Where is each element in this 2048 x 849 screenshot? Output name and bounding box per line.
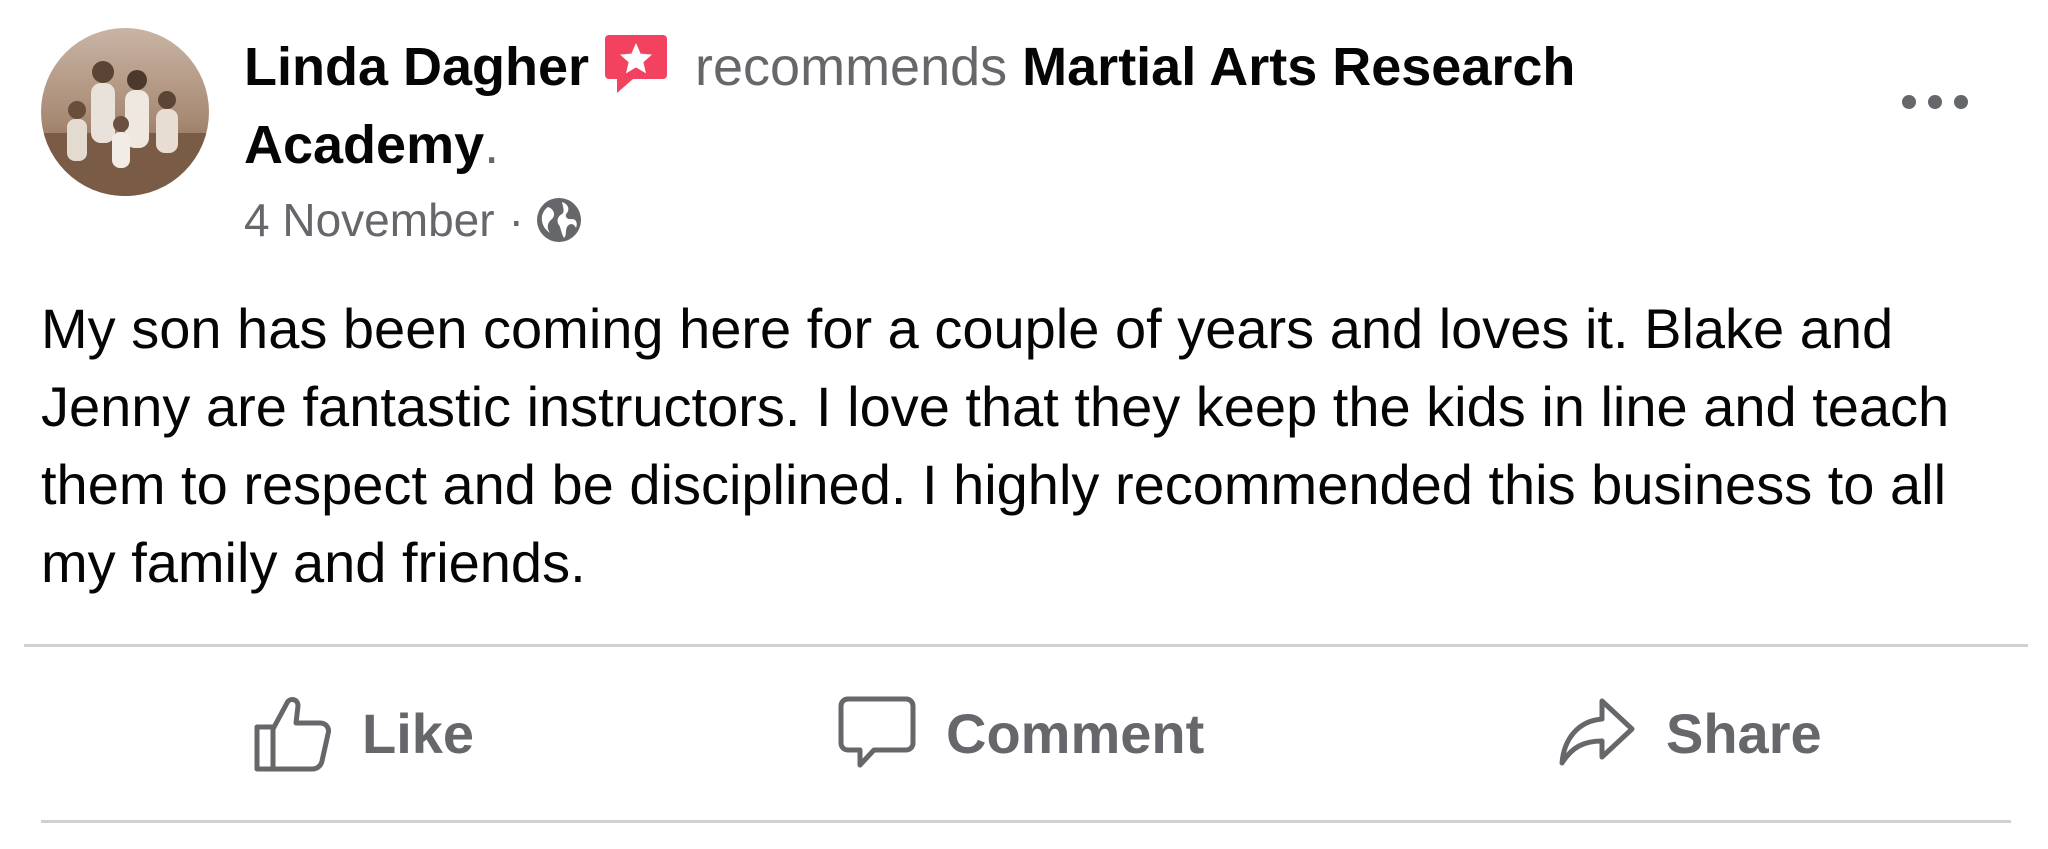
post-date[interactable]: 4 November <box>244 190 495 250</box>
globe-icon[interactable] <box>534 195 584 245</box>
share-label: Share <box>1666 701 1822 765</box>
thumbs-up-icon <box>254 697 331 772</box>
more-options-icon[interactable] <box>1890 70 1980 134</box>
author-name[interactable]: Linda Dagher <box>244 37 589 97</box>
divider <box>41 820 2011 823</box>
action-bar: Like Comment Share <box>24 660 2028 810</box>
recommends-text: recommends <box>695 37 1008 97</box>
meta-separator: · <box>508 194 524 246</box>
post-meta: 4 November · <box>244 190 584 250</box>
page-name-line2: Academy <box>244 115 485 175</box>
speech-bubble-icon <box>838 696 916 768</box>
recommendation-star-icon <box>603 31 669 97</box>
page-name-line1: Martial Arts Research <box>1022 37 1576 97</box>
comment-button[interactable]: Comment <box>838 678 1204 788</box>
avatar[interactable] <box>41 28 209 196</box>
post-header: Linda Dagher recommends Martial Arts Rese… <box>244 28 1664 184</box>
post-body: My son has been coming here for a couple… <box>41 297 1950 594</box>
comment-label: Comment <box>946 701 1205 765</box>
divider <box>24 644 2028 647</box>
header-period: . <box>484 115 500 175</box>
share-arrow-icon <box>1559 698 1635 766</box>
recommendation-post: Linda Dagher recommends Martial Arts Rese… <box>0 0 2048 849</box>
like-button[interactable]: Like <box>254 678 474 788</box>
like-label: Like <box>362 701 475 765</box>
share-button[interactable]: Share <box>1558 678 1822 788</box>
